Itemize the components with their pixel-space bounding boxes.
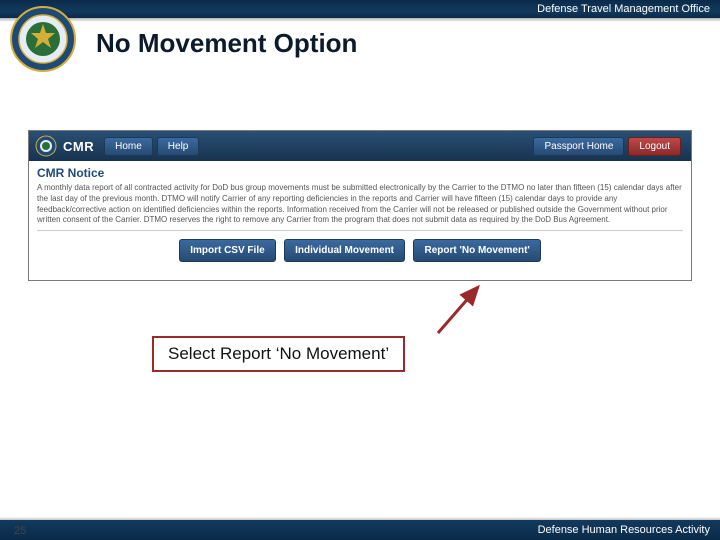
footer-org: Defense Human Resources Activity [538, 524, 710, 536]
nav-help-button[interactable]: Help [157, 137, 200, 156]
footer-bar: Defense Human Resources Activity [0, 520, 720, 540]
nav-home-button[interactable]: Home [104, 137, 153, 156]
app-brand: CMR [63, 139, 94, 154]
header-shadow [0, 18, 720, 22]
nav-passport-home-button[interactable]: Passport Home [533, 137, 624, 156]
callout-arrow-icon [430, 279, 490, 339]
slide-title: No Movement Option [96, 28, 357, 59]
action-row: Import CSV File Individual Movement Repo… [37, 239, 683, 272]
divider [37, 230, 683, 231]
callout-text: Select Report ‘No Movement’ [168, 344, 389, 363]
app-header: CMR Home Help Passport Home Logout [29, 131, 691, 161]
app-screenshot: CMR Home Help Passport Home Logout CMR N… [28, 130, 692, 281]
dod-seal-icon [10, 6, 76, 72]
notice-panel: CMR Notice A monthly data report of all … [29, 161, 691, 280]
app-seal-icon [35, 135, 57, 157]
callout-box: Select Report ‘No Movement’ [152, 336, 405, 372]
import-csv-button[interactable]: Import CSV File [179, 239, 275, 262]
header-org: Defense Travel Management Office [537, 3, 710, 15]
notice-title: CMR Notice [37, 166, 683, 180]
individual-movement-button[interactable]: Individual Movement [284, 239, 405, 262]
page-number: 25 [14, 525, 26, 537]
nav-logout-button[interactable]: Logout [628, 137, 681, 156]
header-bar: Defense Travel Management Office [0, 0, 720, 18]
notice-body: A monthly data report of all contracted … [37, 183, 683, 226]
report-no-movement-button[interactable]: Report 'No Movement' [413, 239, 540, 262]
